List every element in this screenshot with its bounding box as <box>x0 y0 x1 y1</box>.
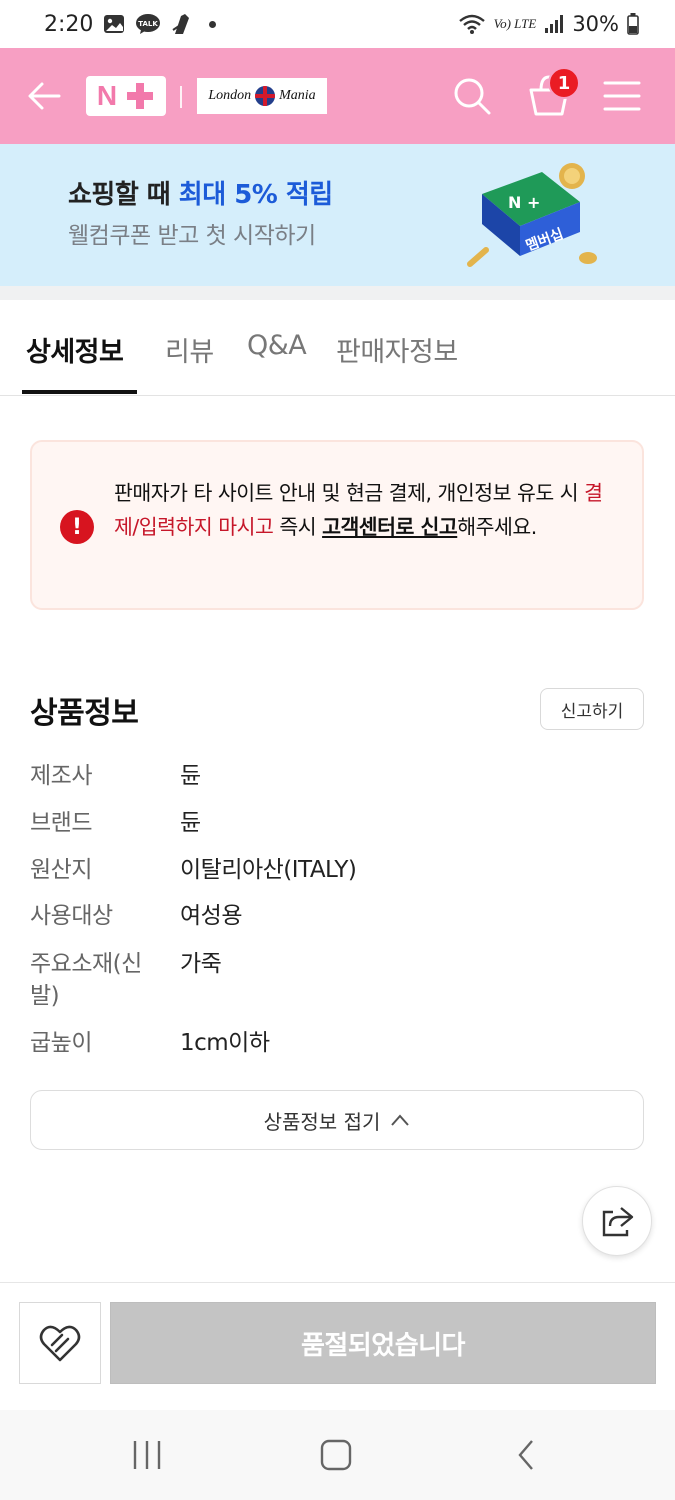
wishlist-button[interactable] <box>19 1302 101 1384</box>
warning-text-part2: 즉시 <box>273 515 323 539</box>
nplus-logo-n: N <box>96 80 118 111</box>
wifi-icon <box>458 13 486 35</box>
customer-center-report-link[interactable]: 고객센터로 신고 <box>322 515 458 539</box>
warning-text: 판매자가 타 사이트 안내 및 현금 결제, 개인정보 유도 시 결제/입력하지… <box>114 476 624 544</box>
promo-title: 쇼핑할 때 최대 5% 적립 <box>68 174 333 211</box>
volte-indicator: Vo) LTE <box>493 16 537 31</box>
recent-apps-icon <box>133 1441 161 1469</box>
battery-percent: 30% <box>572 12 619 36</box>
store-name-right: Mania <box>279 88 316 103</box>
store-name-left: London <box>208 88 252 103</box>
union-jack-icon <box>255 86 276 106</box>
info-row: 굽높이 1cm이하 <box>30 1027 644 1061</box>
status-bar: 2:20 TALK Vo) LTE 30% <box>0 0 675 48</box>
app-notification-icon <box>171 12 193 36</box>
cart-count-badge: 1 <box>548 67 580 99</box>
info-row: 주요소재(신발) 가죽 <box>30 948 644 1018</box>
back-arrow-icon <box>28 82 61 110</box>
talk-icon: TALK <box>135 13 161 35</box>
promo-subtitle: 웰컴쿠폰 받고 첫 시작하기 <box>68 223 316 249</box>
warning-text-part1: 판매자가 타 사이트 안내 및 현금 결제, 개인정보 유도 시 <box>114 481 585 505</box>
info-key: 브랜드 <box>30 810 92 836</box>
menu-button[interactable] <box>603 78 641 114</box>
search-button[interactable] <box>452 76 492 116</box>
plus-icon <box>125 81 155 111</box>
nplus-logo[interactable]: N <box>86 76 166 116</box>
promo-title-highlight: 최대 5% 적립 <box>178 180 333 210</box>
info-row: 브랜드 듄 <box>30 807 644 841</box>
logo-divider <box>180 86 182 108</box>
fraud-warning-box: ! 판매자가 타 사이트 안내 및 현금 결제, 개인정보 유도 시 결제/입력… <box>30 440 644 610</box>
top-header: N London Mania 1 <box>0 48 675 144</box>
tab-seller-info[interactable]: 판매자정보 <box>336 330 458 369</box>
battery-icon <box>627 13 639 35</box>
section-separator <box>0 286 675 300</box>
collapse-label: 상품정보 접기 <box>263 1109 381 1134</box>
share-button[interactable] <box>582 1186 652 1256</box>
system-nav-bar <box>0 1410 675 1500</box>
share-icon <box>602 1207 634 1237</box>
info-key: 사용대상 <box>30 903 113 929</box>
sold-out-button[interactable]: 품절되었습니다 <box>110 1302 656 1384</box>
search-icon <box>454 78 491 115</box>
home-icon <box>320 1439 352 1471</box>
report-button[interactable]: 신고하기 <box>540 688 644 730</box>
badge-top-text: N + <box>508 193 540 212</box>
talk-label: TALK <box>139 20 159 28</box>
back-button[interactable] <box>26 78 62 114</box>
active-tab-indicator <box>22 390 137 394</box>
membership-badge-icon: N + 멤버십 <box>467 163 597 267</box>
tab-details[interactable]: 상세정보 <box>26 330 124 369</box>
heart-icon <box>39 1325 81 1362</box>
promo-title-prefix: 쇼핑할 때 <box>68 180 179 210</box>
info-value: 여성용 <box>180 903 242 929</box>
info-key: 주요소재(신발) <box>30 951 142 1009</box>
chevron-left-icon <box>518 1440 533 1470</box>
detail-tabs: 상세정보 리뷰 Q&A 판매자정보 <box>0 300 675 396</box>
purchase-bar: 품절되었습니다 <box>0 1282 675 1410</box>
tab-reviews[interactable]: 리뷰 <box>165 330 214 369</box>
tab-qna[interactable]: Q&A <box>247 330 307 361</box>
info-row: 원산지 이탈리아산(ITALY) <box>30 854 644 888</box>
info-value: 이탈리아산(ITALY) <box>180 857 357 883</box>
info-row: 사용대상 여성용 <box>30 900 644 934</box>
info-key: 원산지 <box>30 857 92 883</box>
hamburger-menu-icon <box>603 81 641 111</box>
membership-promo-banner[interactable]: 쇼핑할 때 최대 5% 적립 웰컴쿠폰 받고 첫 시작하기 N + 멤버십 <box>0 144 675 286</box>
system-back-button[interactable] <box>508 1438 548 1472</box>
info-value: 듄 <box>180 763 201 789</box>
info-key: 굽높이 <box>30 1030 92 1056</box>
gallery-icon <box>103 14 125 34</box>
signal-icon <box>544 14 564 34</box>
info-value: 가죽 <box>180 951 222 977</box>
status-time: 2:20 <box>44 11 94 37</box>
info-key: 제조사 <box>30 763 92 789</box>
warning-text-part3: 해주세요. <box>457 515 537 539</box>
store-logo[interactable]: London Mania <box>197 78 327 114</box>
more-notifications-dot <box>209 20 217 28</box>
collapse-product-info-button[interactable]: 상품정보 접기 <box>30 1090 644 1150</box>
info-value: 듄 <box>180 810 201 836</box>
recent-apps-button[interactable] <box>128 1438 168 1472</box>
product-info-title: 상품정보 <box>30 696 139 731</box>
chevron-up-icon <box>391 1114 410 1126</box>
info-row: 제조사 듄 <box>30 760 644 794</box>
info-value: 1cm이하 <box>180 1030 270 1056</box>
home-button[interactable] <box>316 1438 356 1472</box>
alert-icon: ! <box>60 510 94 544</box>
